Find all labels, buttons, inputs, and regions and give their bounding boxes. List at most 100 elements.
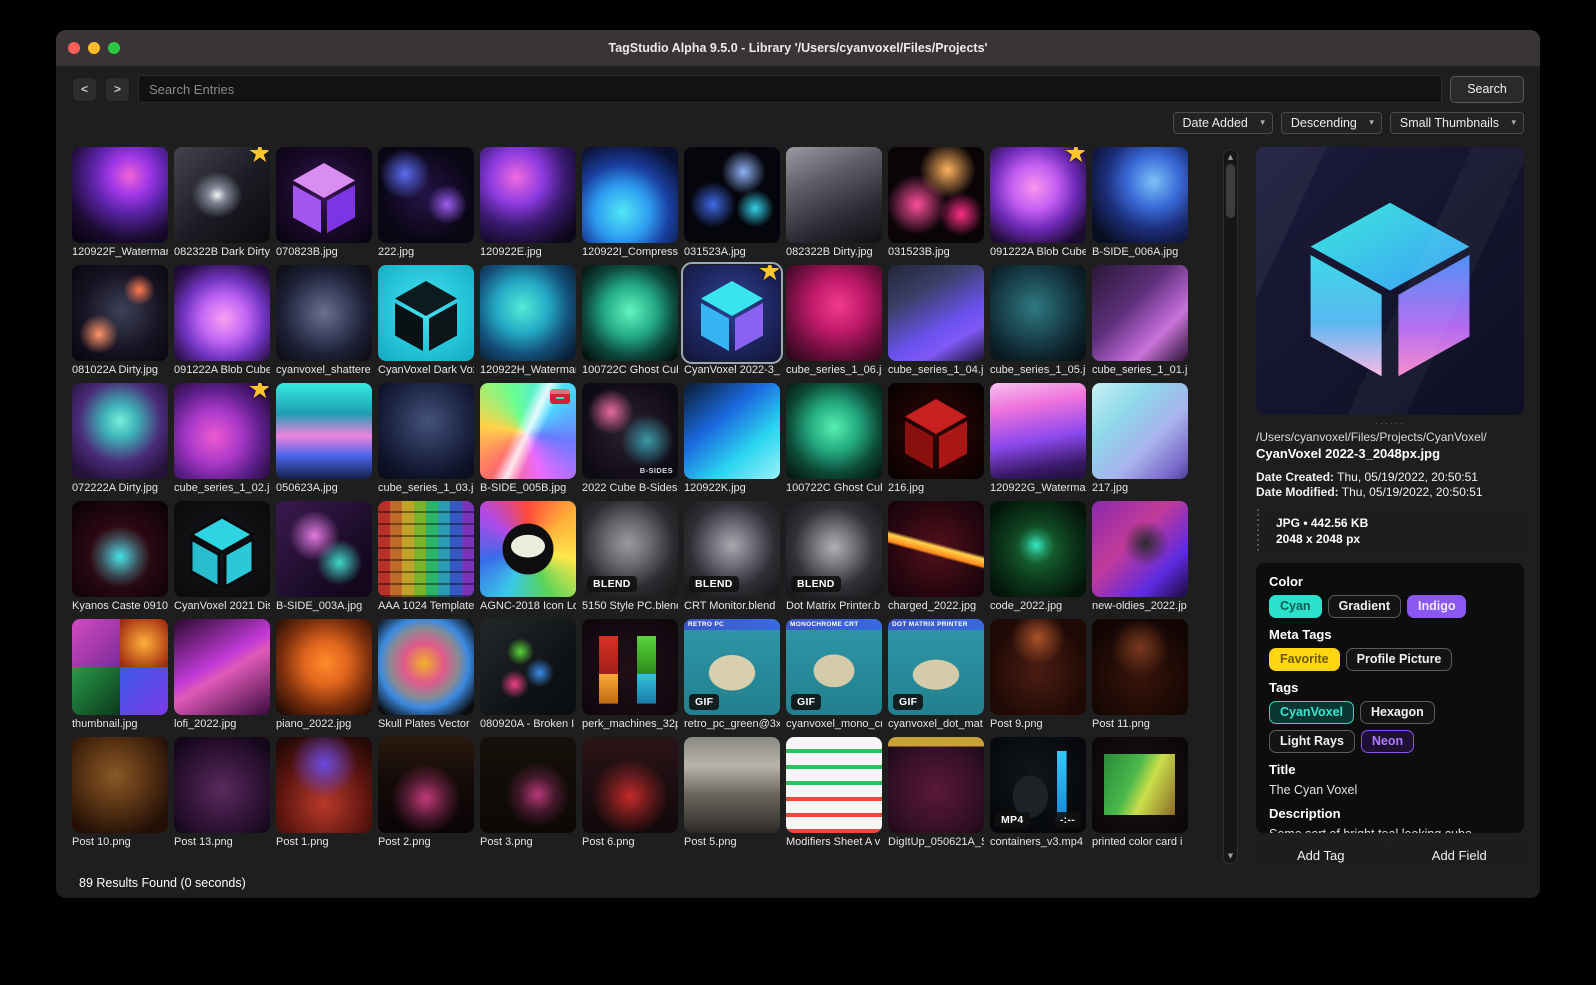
scrollbar-thumb[interactable]	[1226, 164, 1235, 218]
thumbnail-image[interactable]: BLEND	[786, 501, 882, 597]
thumbnail-image[interactable]	[1092, 147, 1188, 243]
thumbnail-image[interactable]	[684, 383, 780, 479]
add-tag-button[interactable]: Add Tag	[1256, 842, 1386, 868]
thumbnail-image[interactable]	[990, 265, 1086, 361]
thumbnail-image[interactable]	[72, 383, 168, 479]
thumbnail-image[interactable]	[174, 265, 270, 361]
thumbnail-image[interactable]	[582, 619, 678, 715]
panel-drag-handle[interactable]: ······	[1256, 418, 1524, 428]
thumbnail-image[interactable]	[786, 383, 882, 479]
thumbnail-image[interactable]	[378, 147, 474, 243]
thumbnail-image[interactable]	[582, 737, 678, 833]
tag-pill[interactable]: Gradient	[1327, 595, 1401, 618]
thumbnail-image[interactable]	[786, 737, 882, 833]
thumbnail-image[interactable]	[888, 265, 984, 361]
thumbnail-size-dropdown[interactable]: Small Thumbnails ▾	[1389, 112, 1524, 134]
thumbnail-image[interactable]	[786, 147, 882, 243]
thumbnail-image[interactable]: ★	[174, 383, 270, 479]
thumbnail-image[interactable]	[276, 147, 372, 243]
thumbnail-image[interactable]: B-SIDES	[582, 383, 678, 479]
thumbnail-image[interactable]	[582, 147, 678, 243]
thumbnail-image[interactable]	[1092, 383, 1188, 479]
tag-pill[interactable]: Light Rays	[1269, 730, 1355, 753]
thumbnail-image[interactable]	[174, 619, 270, 715]
thumbnail-image[interactable]	[276, 265, 372, 361]
thumbnail-image[interactable]: MP4 -:--	[990, 737, 1086, 833]
add-field-button[interactable]: Add Field	[1394, 842, 1524, 868]
thumbnail-image[interactable]	[72, 147, 168, 243]
thumbnail-image[interactable]	[480, 619, 576, 715]
tag-pill[interactable]: Neon	[1360, 730, 1415, 753]
sort-order-dropdown[interactable]: Descending ▾	[1280, 112, 1382, 134]
thumbnail-image[interactable]	[480, 501, 576, 597]
thumbnail-image[interactable]: DOT MATRIX PRINTER GIF	[888, 619, 984, 715]
thumbnail-image[interactable]	[378, 265, 474, 361]
thumbnail-image[interactable]: BLEND	[684, 501, 780, 597]
thumbnail-image[interactable]	[72, 265, 168, 361]
thumbnail-image[interactable]	[72, 737, 168, 833]
thumbnail-image[interactable]	[72, 619, 168, 715]
thumbnail-image[interactable]: RETRO PC GIF	[684, 619, 780, 715]
thumbnail-image[interactable]	[480, 737, 576, 833]
scroll-down-icon[interactable]: ▼	[1228, 849, 1233, 863]
thumbnail-image[interactable]	[990, 619, 1086, 715]
pixel-window-titlebar: MONOCHROME CRT	[786, 619, 882, 630]
tag-pill[interactable]: Indigo	[1406, 595, 1467, 618]
thumbnail-image[interactable]: MONOCHROME CRT GIF	[786, 619, 882, 715]
sort-field-dropdown[interactable]: Date Added ▾	[1172, 112, 1273, 134]
thumbnail-image[interactable]	[480, 265, 576, 361]
pixel-window-titlebar: RETRO PC	[684, 619, 780, 630]
field-label: Title	[1269, 762, 1296, 777]
date-created-value: Thu, 05/19/2022, 20:50:51	[1337, 470, 1478, 484]
thumbnail-image[interactable]	[888, 501, 984, 597]
tag-pill[interactable]: Favorite	[1269, 648, 1340, 671]
field-drag-grip[interactable]	[1256, 509, 1261, 553]
grid-item: 100722C Ghost Cub	[582, 265, 678, 378]
date-modified-value: Thu, 05/19/2022, 20:50:51	[1341, 485, 1483, 499]
thumbnail-image[interactable]	[786, 265, 882, 361]
thumbnail-image[interactable]: BLEND	[582, 501, 678, 597]
thumbnail-image[interactable]	[1092, 501, 1188, 597]
thumbnail-image[interactable]	[174, 501, 270, 597]
forward-button[interactable]: >	[105, 76, 130, 102]
thumbnail-image[interactable]	[888, 147, 984, 243]
thumbnail-image[interactable]	[276, 619, 372, 715]
thumbnail-image[interactable]	[990, 383, 1086, 479]
thumbnail-image[interactable]	[888, 383, 984, 479]
thumbnail-image[interactable]	[990, 501, 1086, 597]
tag-pill[interactable]: CyanVoxel	[1269, 701, 1354, 724]
cube-graphic	[905, 399, 967, 469]
grid-scrollbar[interactable]: ▲ ▼	[1223, 149, 1238, 864]
grid-item: CyanVoxel Dark Vox	[378, 265, 474, 378]
thumbnail-image[interactable]	[684, 737, 780, 833]
scroll-up-icon[interactable]: ▲	[1228, 150, 1233, 164]
thumbnail-image[interactable]	[276, 383, 372, 479]
search-button[interactable]: Search	[1450, 75, 1524, 103]
thumbnail-image[interactable]	[1092, 619, 1188, 715]
thumbnail-image[interactable]	[378, 383, 474, 479]
thumbnail-image[interactable]	[582, 265, 678, 361]
tag-pill[interactable]: Hexagon	[1360, 701, 1435, 724]
preview-image[interactable]	[1256, 147, 1524, 415]
search-input[interactable]	[138, 75, 1442, 103]
thumbnail-filename: 050623A.jpg	[276, 482, 338, 494]
thumbnail-image[interactable]	[480, 383, 576, 479]
thumbnail-image[interactable]	[1092, 737, 1188, 833]
thumbnail-image[interactable]: ★	[174, 147, 270, 243]
tag-pill[interactable]: Profile Picture	[1345, 648, 1453, 671]
back-button[interactable]: <	[72, 76, 97, 102]
thumbnail-image[interactable]	[1092, 265, 1188, 361]
thumbnail-image[interactable]: ★	[990, 147, 1086, 243]
thumbnail-image[interactable]	[276, 737, 372, 833]
thumbnail-image[interactable]	[378, 619, 474, 715]
thumbnail-image[interactable]	[888, 737, 984, 833]
thumbnail-image[interactable]: ★	[681, 262, 783, 364]
thumbnail-image[interactable]	[72, 501, 168, 597]
thumbnail-image[interactable]	[174, 737, 270, 833]
thumbnail-image[interactable]	[378, 501, 474, 597]
thumbnail-image[interactable]	[276, 501, 372, 597]
thumbnail-image[interactable]	[378, 737, 474, 833]
tag-pill[interactable]: Cyan	[1269, 595, 1322, 618]
thumbnail-image[interactable]	[480, 147, 576, 243]
thumbnail-image[interactable]	[684, 147, 780, 243]
